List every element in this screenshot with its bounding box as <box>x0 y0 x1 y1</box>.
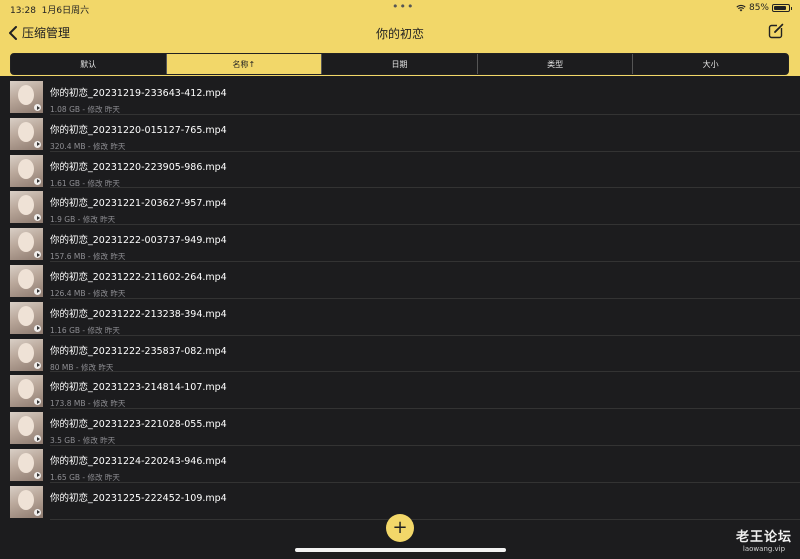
page-title: 你的初恋 <box>375 27 424 41</box>
file-row[interactable]: 你的初恋_20231222-213238-394.mp4 1.16 GB - 修改… <box>0 299 800 336</box>
play-icon <box>34 361 41 369</box>
video-thumbnail <box>10 412 43 445</box>
thumbnail-image <box>18 342 34 363</box>
thumbnail-image <box>18 305 34 326</box>
video-thumbnail <box>10 264 43 297</box>
file-name: 你的初恋_20231224-220243-946.mp4 <box>50 455 227 467</box>
thumbnail-image <box>18 232 34 253</box>
sort-tab-3[interactable]: 类型 <box>478 54 634 74</box>
thumbnail-image <box>18 121 34 142</box>
thumbnail-image <box>18 158 34 179</box>
play-icon <box>34 287 41 295</box>
play-icon <box>34 324 41 332</box>
file-name: 你的初恋_20231221-203627-957.mp4 <box>50 198 227 210</box>
sort-tab-2[interactable]: 日期 <box>322 54 478 74</box>
file-row[interactable]: 你的初恋_20231219-233643-412.mp4 1.08 GB - 修改… <box>0 78 800 115</box>
file-name: 你的初恋_20231220-223905-986.mp4 <box>50 161 227 173</box>
home-indicator[interactable] <box>295 548 506 552</box>
file-row[interactable]: 你的初恋_20231222-235837-082.mp4 80 MB - 修改 昨… <box>0 336 800 373</box>
video-thumbnail <box>10 117 43 150</box>
file-row[interactable]: 你的初恋_20231221-203627-957.mp4 1.9 GB - 修改 … <box>0 188 800 226</box>
file-row[interactable]: 你的初恋_20231223-214814-107.mp4 173.8 MB - 修… <box>0 372 800 410</box>
thumbnail-image <box>18 379 34 400</box>
video-thumbnail <box>10 154 43 187</box>
thumbnail-image <box>18 489 34 510</box>
file-name: 你的初恋_20231222-235837-082.mp4 <box>50 345 227 357</box>
battery-percent: 85% <box>748 3 769 13</box>
navigation-bar: 压缩管理 你的初恋 <box>0 18 800 48</box>
video-thumbnail <box>10 301 43 334</box>
file-row[interactable]: 你的初恋_20231222-211602-264.mp4 126.4 MB - 修… <box>0 262 800 299</box>
battery-fill <box>774 6 786 10</box>
row-separator <box>50 518 800 520</box>
file-name: 你的初恋_20231220-015127-765.mp4 <box>50 124 227 136</box>
status-date: 1月6日周六 <box>41 6 90 16</box>
play-icon <box>34 251 41 259</box>
file-name: 你的初恋_20231225-222452-109.mp4 <box>50 492 227 504</box>
status-right: 85% <box>736 3 792 13</box>
watermark-url: laowang.vip <box>742 545 786 553</box>
watermark-title: 老王论坛 <box>735 530 792 545</box>
play-icon <box>34 140 41 148</box>
status-bar: 13:28 1月6日周六 ••• 85% <box>0 0 800 16</box>
play-icon <box>34 214 41 222</box>
play-icon <box>34 398 41 406</box>
thumbnail-image <box>18 416 34 437</box>
play-icon <box>34 435 41 443</box>
file-row[interactable]: 你的初恋_20231220-015127-765.mp4 320.4 MB - 修… <box>0 115 800 152</box>
file-row[interactable]: 你的初恋_20231223-221028-055.mp4 3.5 GB - 修改 … <box>0 409 800 446</box>
play-icon <box>34 508 41 516</box>
video-thumbnail <box>10 81 43 113</box>
status-time: 13:28 1月6日周六 <box>10 6 90 16</box>
file-name: 你的初恋_20231222-211602-264.mp4 <box>50 271 227 283</box>
video-thumbnail <box>10 375 43 408</box>
play-icon <box>34 177 41 185</box>
file-name: 你的初恋_20231222-003737-949.mp4 <box>50 235 227 247</box>
file-name: 你的初恋_20231223-214814-107.mp4 <box>50 382 227 394</box>
thumbnail-image <box>18 195 34 216</box>
watermark: 老王论坛 laowang.vip <box>736 526 792 553</box>
wifi-icon <box>736 5 746 12</box>
play-icon <box>34 104 41 111</box>
add-button[interactable]: + <box>386 514 414 542</box>
play-icon <box>34 471 41 479</box>
sort-tab-4[interactable]: 大小 <box>633 54 788 74</box>
thumbnail-image <box>18 452 34 473</box>
file-name: 你的初恋_20231222-213238-394.mp4 <box>50 308 227 320</box>
thumbnail-image <box>18 268 34 289</box>
file-row[interactable]: 你的初恋_20231224-220243-946.mp4 1.65 GB - 修改… <box>0 446 800 483</box>
file-name: 你的初恋_20231223-221028-055.mp4 <box>50 419 227 431</box>
sort-tab-0[interactable]: 默认 <box>11 54 167 74</box>
sort-segmented-control: 默认 名称↑ 日期 类型 大小 <box>10 53 789 75</box>
file-list: 你的初恋_20231219-233643-412.mp4 1.08 GB - 修改… <box>0 78 800 520</box>
sort-tab-1[interactable]: 名称↑ <box>166 54 323 74</box>
video-thumbnail <box>10 338 43 371</box>
battery-icon <box>772 4 792 12</box>
video-thumbnail <box>10 448 43 481</box>
thumbnail-image <box>18 85 34 105</box>
file-row[interactable]: 你的初恋_20231222-003737-949.mp4 157.6 MB - 修… <box>0 225 800 262</box>
file-name: 你的初恋_20231219-233643-412.mp4 <box>50 88 227 99</box>
video-thumbnail <box>10 191 43 224</box>
compose-icon[interactable] <box>768 23 784 39</box>
multitasking-dots[interactable]: ••• <box>392 0 414 13</box>
file-row[interactable]: 你的初恋_20231220-223905-986.mp4 1.61 GB - 修改… <box>0 152 800 189</box>
video-thumbnail <box>10 228 43 261</box>
video-thumbnail <box>10 485 43 518</box>
